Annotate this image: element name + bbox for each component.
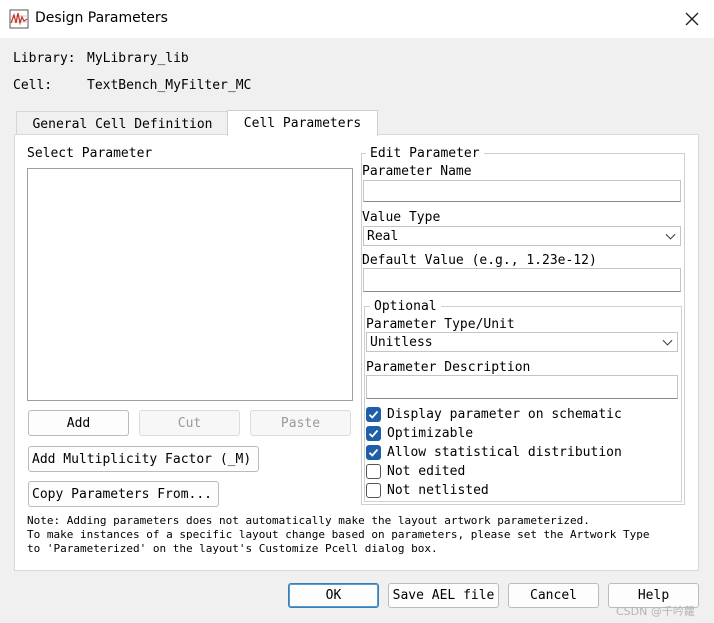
parameter-description-input[interactable] [366,375,678,399]
add-multiplicity-label: Add Multiplicity Factor (_M) [32,451,252,467]
not-netlisted-label: Not netlisted [387,483,489,498]
copy-parameters-label: Copy Parameters From... [32,486,213,502]
checkmark-icon [368,410,379,419]
library-value: MyLibrary_lib [87,51,189,66]
display-on-schematic-label: Display parameter on schematic [387,407,622,422]
save-ael-file-label: Save AEL file [392,588,495,603]
copy-parameters-button[interactable]: Copy Parameters From... [28,481,219,507]
ok-button-label: OK [325,588,342,603]
cancel-button-label: Cancel [530,588,577,603]
paste-button-label: Paste [280,415,321,431]
tab-general-cell-definition[interactable]: General Cell Definition [16,111,229,136]
cell-label: Cell: [13,78,53,93]
add-button[interactable]: Add [28,410,129,436]
save-ael-file-button[interactable]: Save AEL file [388,583,499,608]
note-line: To make instances of a specific layout c… [27,528,650,541]
parameter-name-input[interactable] [363,180,681,202]
chevron-down-icon [662,335,673,346]
title-bar: Design Parameters [0,0,714,38]
default-value-input[interactable] [363,268,681,292]
chevron-down-icon [665,229,676,240]
value-type-label: Value Type [362,210,441,225]
allow-statistical-distribution-label: Allow statistical distribution [387,445,622,460]
cut-button-label: Cut [177,415,202,431]
value-type-select[interactable]: Real [363,226,681,246]
checkmark-icon [368,429,379,438]
ok-button[interactable]: OK [288,583,379,608]
graph-icon [9,9,29,29]
allow-statistical-distribution-checkbox[interactable] [366,445,381,460]
note-text: Note: Adding parameters does not automat… [27,514,650,556]
add-button-label: Add [66,415,91,431]
parameter-name-label: Parameter Name [362,164,472,179]
parameter-description-label: Parameter Description [366,360,531,375]
cancel-button[interactable]: Cancel [508,583,599,608]
optional-legend: Optional [370,299,441,314]
parameter-list[interactable] [27,168,353,401]
add-multiplicity-factor-button[interactable]: Add Multiplicity Factor (_M) [28,446,259,472]
watermark: CSDN @千吟蘿 [616,605,695,618]
display-on-schematic-checkbox[interactable] [366,407,381,422]
not-edited-label: Not edited [387,464,466,479]
help-button-label: Help [637,588,670,603]
close-button[interactable] [672,0,712,38]
parameter-type-unit-select[interactable]: Unitless [366,332,678,352]
not-netlisted-checkbox[interactable] [366,483,381,498]
checkmark-icon [368,448,379,457]
cut-button[interactable]: Cut [139,410,240,436]
select-parameter-label: Select Parameter [27,146,153,161]
library-label: Library: [13,51,76,66]
note-line: to 'Parameterized' on the layout's Custo… [27,542,438,555]
tab-label: General Cell Definition [32,116,213,132]
default-value-label: Default Value (e.g., 1.23e-12) [362,253,597,268]
close-icon [685,12,699,26]
not-edited-checkbox[interactable] [366,464,381,479]
optimizable-label: Optimizable [387,426,474,441]
parameter-type-unit-label: Parameter Type/Unit [366,317,515,332]
window-title: Design Parameters [35,10,168,26]
parameter-type-unit-selected: Unitless [370,334,433,350]
paste-button[interactable]: Paste [250,410,351,436]
edit-parameter-legend: Edit Parameter [366,146,484,161]
value-type-selected: Real [367,228,399,244]
cell-value: TextBench_MyFilter_MC [87,78,252,93]
tab-cell-parameters[interactable]: Cell Parameters [227,110,378,136]
note-line: Note: Adding parameters does not automat… [27,514,590,527]
tab-label: Cell Parameters [243,116,362,131]
optimizable-checkbox[interactable] [366,426,381,441]
